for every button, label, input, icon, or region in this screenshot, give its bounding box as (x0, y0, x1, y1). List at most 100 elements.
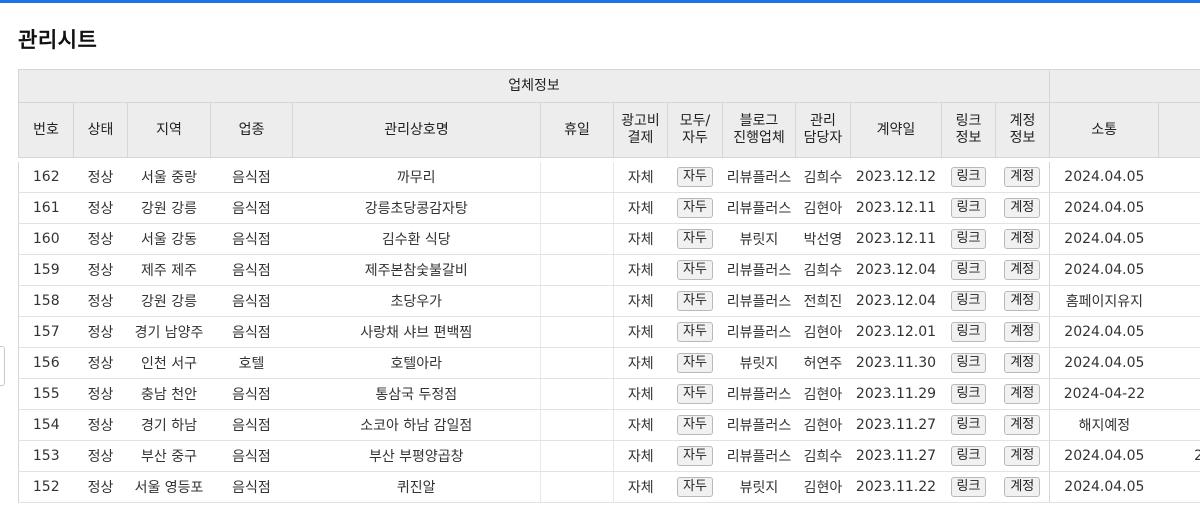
management-table: 업체정보 번호 상태 지역 업종 관리상호명 휴일 광고비 결제 모두/자두 블로… (18, 69, 1200, 503)
link-button[interactable]: 링크 (950, 291, 987, 311)
table-row[interactable]: 158 정상 강원 강릉 음식점 초당우가 자체 자두 리뷰플러스 전희진 20… (18, 285, 1200, 317)
link-button[interactable]: 링크 (950, 353, 987, 373)
col-header-comm[interactable]: 소통 (1049, 102, 1160, 158)
type-button[interactable]: 자두 (677, 167, 713, 187)
cell-status: 정상 (73, 409, 128, 441)
cell-link: 링크 (941, 162, 996, 193)
cell-holiday (540, 409, 614, 441)
cell-type: 자두 (667, 192, 723, 224)
link-button[interactable]: 링크 (950, 415, 987, 435)
cell-status: 정상 (73, 162, 128, 193)
col-header-link[interactable]: 링크 정보 (941, 102, 996, 158)
col-header-account[interactable]: 계정 정보 (994, 102, 1051, 158)
col-header-holiday[interactable]: 휴일 (540, 102, 614, 158)
cell-link: 링크 (941, 440, 996, 472)
cell-link: 링크 (941, 471, 996, 503)
account-button[interactable]: 계정 (1004, 167, 1041, 187)
col-header-acct-line2: 정보 (1009, 130, 1036, 146)
cell-name: 초당우가 (292, 285, 541, 317)
cell-extra (1158, 192, 1200, 224)
cell-holiday (540, 440, 614, 472)
cell-blog: 리뷰플러스 (722, 378, 796, 410)
link-button[interactable]: 링크 (950, 322, 987, 342)
cell-blog: 리뷰플러스 (722, 409, 796, 441)
link-button[interactable]: 링크 (950, 384, 987, 404)
type-button[interactable]: 자두 (677, 446, 713, 466)
cell-link: 링크 (941, 223, 996, 255)
type-button[interactable]: 자두 (677, 260, 713, 280)
table-row[interactable]: 153 정상 부산 중구 음식점 부산 부평양곱창 자체 자두 리뷰플러스 김희… (18, 440, 1200, 472)
table-row[interactable]: 157 정상 경기 남양주 음식점 사랑채 샤브 편백찜 자체 자두 리뷰플러스… (18, 316, 1200, 348)
col-header-no[interactable]: 번호 (18, 102, 74, 158)
cell-no: 153 (18, 440, 74, 472)
cell-category: 음식점 (210, 316, 293, 348)
table-row[interactable]: 154 정상 경기 하남 음식점 소코아 하남 감일점 자체 자두 리뷰플러스 … (18, 409, 1200, 441)
table-row[interactable]: 152 정상 서울 영등포 음식점 퀴진알 자체 자두 뷰릿지 김현아 2023… (18, 471, 1200, 503)
type-button[interactable]: 자두 (677, 198, 713, 218)
table-row[interactable]: 160 정상 서울 강동 음식점 김수환 식당 자체 자두 뷰릿지 박선영 20… (18, 223, 1200, 255)
cell-link: 링크 (941, 254, 996, 286)
type-button[interactable]: 자두 (677, 291, 713, 311)
cell-no: 160 (18, 223, 74, 255)
table-row[interactable]: 155 정상 충남 천안 음식점 통삼국 두정점 자체 자두 리뷰플러스 김현아… (18, 378, 1200, 410)
col-header-ad-payment[interactable]: 광고비 결제 (613, 102, 668, 158)
account-button[interactable]: 계정 (1004, 353, 1041, 373)
cell-extra (1158, 409, 1200, 441)
cell-region: 충남 천안 (127, 378, 211, 410)
side-panel-handle[interactable] (0, 346, 5, 386)
cell-contract: 2023.12.01 (850, 316, 942, 348)
cell-ad-payment: 자체 (613, 285, 668, 317)
cell-category: 음식점 (210, 162, 293, 193)
cell-link: 링크 (941, 316, 996, 348)
account-button[interactable]: 계정 (1004, 415, 1041, 435)
col-header-extra[interactable] (1158, 102, 1200, 158)
type-button[interactable]: 자두 (677, 477, 713, 497)
cell-holiday (540, 316, 614, 348)
type-button[interactable]: 자두 (677, 415, 713, 435)
table-row[interactable]: 161 정상 강원 강릉 음식점 강릉초당콩감자탕 자체 자두 리뷰플러스 김현… (18, 192, 1200, 224)
col-header-category[interactable]: 업종 (210, 102, 293, 158)
type-button[interactable]: 자두 (677, 322, 713, 342)
link-button[interactable]: 링크 (950, 198, 987, 218)
link-button[interactable]: 링크 (950, 229, 987, 249)
cell-manager: 김현아 (795, 471, 851, 503)
account-button[interactable]: 계정 (1004, 260, 1041, 280)
type-button[interactable]: 자두 (677, 384, 713, 404)
type-button[interactable]: 자두 (677, 229, 713, 249)
col-header-ad-line1: 광고비 (621, 113, 660, 129)
cell-no: 155 (18, 378, 74, 410)
cell-type: 자두 (667, 162, 723, 193)
account-button[interactable]: 계정 (1004, 446, 1041, 466)
table-row[interactable]: 162 정상 서울 중랑 음식점 까무리 자체 자두 리뷰플러스 김희수 202… (18, 162, 1200, 193)
account-button[interactable]: 계정 (1004, 477, 1041, 497)
cell-status: 정상 (73, 347, 128, 379)
table-row[interactable]: 156 정상 인천 서구 호텔 호텔아라 자체 자두 뷰릿지 허연주 2023.… (18, 347, 1200, 379)
col-header-status[interactable]: 상태 (73, 102, 128, 158)
cell-category: 호텔 (210, 347, 293, 379)
link-button[interactable]: 링크 (950, 167, 987, 187)
account-button[interactable]: 계정 (1004, 198, 1041, 218)
cell-comm: 2024-04-22 (1049, 378, 1159, 410)
cell-manager: 김현아 (795, 192, 851, 224)
col-header-region[interactable]: 지역 (127, 102, 211, 158)
link-button[interactable]: 링크 (950, 477, 987, 497)
col-header-name[interactable]: 관리상호명 (292, 102, 541, 158)
link-button[interactable]: 링크 (950, 446, 987, 466)
cell-ad-payment: 자체 (613, 440, 668, 472)
col-header-contract[interactable]: 계약일 (850, 102, 942, 158)
col-header-type[interactable]: 모두/자두 (667, 102, 723, 158)
table-row[interactable]: 159 정상 제주 제주 음식점 제주본참숯불갈비 자체 자두 리뷰플러스 김희… (18, 254, 1200, 286)
blog-vendor: 리뷰플러스 (726, 418, 792, 434)
type-button[interactable]: 자두 (677, 353, 713, 373)
account-button[interactable]: 계정 (1004, 384, 1041, 404)
col-header-manager[interactable]: 관리 담당자 (795, 102, 851, 158)
account-button[interactable]: 계정 (1004, 322, 1041, 342)
cell-comm: 2024.04.05 (1049, 440, 1159, 472)
cell-manager: 김희수 (795, 440, 851, 472)
cell-status: 정상 (73, 378, 128, 410)
cell-account: 계정 (995, 162, 1051, 193)
account-button[interactable]: 계정 (1004, 291, 1041, 311)
account-button[interactable]: 계정 (1004, 229, 1041, 249)
col-header-blog[interactable]: 블로그 진행업체 (722, 102, 796, 158)
link-button[interactable]: 링크 (950, 260, 987, 280)
